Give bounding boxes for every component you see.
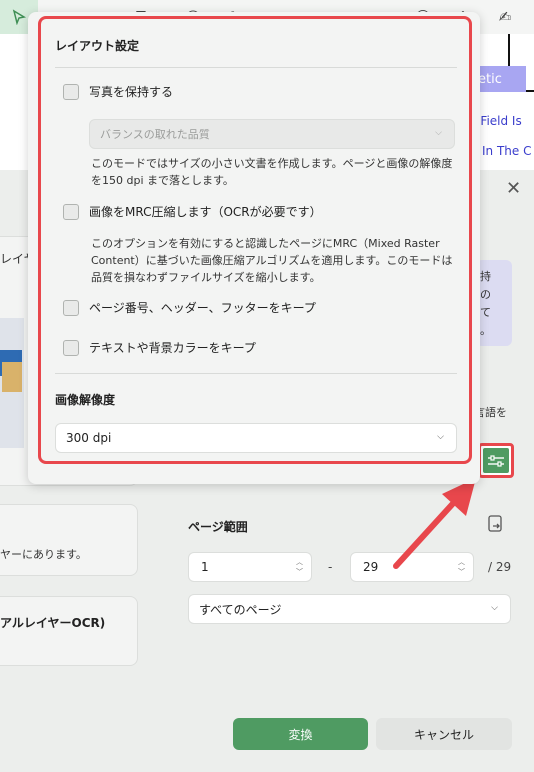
mrc-checkbox[interactable] [63, 203, 79, 220]
keep-photos-option[interactable]: 写真を保持する [63, 83, 173, 100]
info-text: 持 の て 。 [480, 270, 491, 337]
from-page-stepper[interactable]: ︿ ﹀ [296, 557, 303, 577]
layout-settings-popup: レイアウト設定 写真を保持する バランスの取れた品質 ⌵ このモードではサイズの… [38, 16, 472, 464]
resolution-select[interactable]: 300 dpi ⌵ [55, 423, 457, 453]
mrc-description: このオプションを有効にすると認識したページにMRC（Mixed Raster C… [91, 237, 453, 284]
divider [55, 67, 457, 68]
from-page-input[interactable]: 1 ︿ ﹀ [188, 552, 312, 582]
chevron-down-icon: ⌵ [437, 432, 444, 442]
keep-color-label: テキストや背景カラーをキープ [89, 341, 256, 355]
option-card-1[interactable] [0, 504, 138, 576]
to-page-value: 29 [363, 560, 379, 574]
quality-select-value: バランスの取れた品質 [100, 128, 210, 141]
keep-color-option[interactable]: テキストや背景カラーをキープ [63, 339, 256, 356]
annotation-arrow [393, 478, 476, 569]
option-card-1-text: ヤーにあります。 [0, 548, 87, 561]
option-card-2-text: アルレイヤーOCR) [0, 616, 106, 630]
sliders-icon [488, 454, 504, 467]
cursor-icon [12, 9, 27, 25]
keep-header-option[interactable]: ページ番号、ヘッダー、フッターをキープ [63, 299, 316, 316]
signature-icon[interactable]: ✍ [494, 6, 516, 28]
keep-photos-checkbox[interactable] [63, 83, 79, 100]
page-range-label: ページ範囲 [188, 520, 248, 534]
quality-description: このモードではサイズの小さい文書を作成します。ページと画像の解像度を150 dp… [91, 157, 453, 187]
keep-header-label: ページ番号、ヘッダー、フッターをキープ [89, 301, 316, 315]
page-scope-value: すべてのページ [199, 602, 282, 617]
from-page-value: 1 [201, 560, 209, 574]
total-pages: / 29 [488, 560, 512, 574]
popup-title: レイアウト設定 [55, 39, 140, 53]
cancel-button[interactable]: キャンセル [376, 718, 512, 750]
mrc-option[interactable]: 画像をMRC圧縮します（OCRが必要です） [63, 203, 322, 220]
close-icon[interactable]: ✕ [506, 178, 521, 199]
document-text-2: In The C [482, 144, 532, 158]
resolution-value: 300 dpi [66, 431, 112, 445]
resolution-label: 画像解像度 [55, 393, 116, 407]
divider [55, 373, 457, 374]
keep-header-checkbox[interactable] [63, 299, 79, 316]
convert-button[interactable]: 変換 [233, 718, 368, 750]
mrc-label: 画像をMRC圧縮します（OCRが必要です） [89, 205, 322, 219]
info-box: 持 の て 。 [476, 260, 512, 346]
range-dash: - [328, 560, 333, 574]
keep-color-checkbox[interactable] [63, 339, 79, 356]
option-card-2[interactable] [0, 596, 138, 666]
chevron-down-icon: ⌵ [435, 128, 442, 138]
chevron-down-icon: ⌵ [491, 603, 498, 613]
keep-photos-label: 写真を保持する [89, 85, 174, 99]
page-scope-select[interactable]: すべてのページ ⌵ [188, 594, 511, 624]
thumbnail-graphic-b [2, 362, 22, 392]
quality-select: バランスの取れた品質 ⌵ [89, 119, 455, 149]
